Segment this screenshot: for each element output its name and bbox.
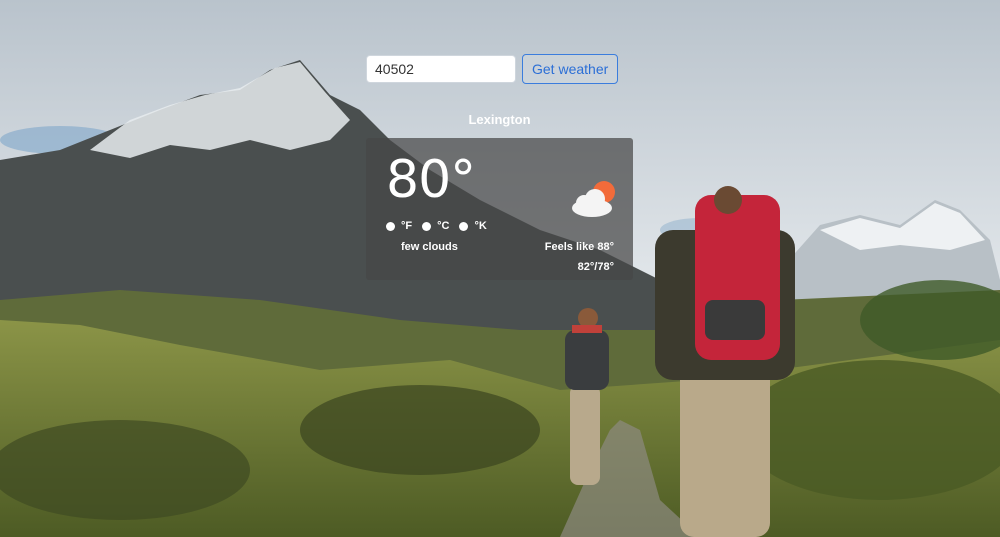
feels-like-temperature: Feels like 88° bbox=[544, 241, 614, 253]
get-weather-button[interactable]: Get weather bbox=[522, 54, 619, 84]
weather-description: few clouds bbox=[401, 241, 458, 253]
zip-code-input[interactable] bbox=[366, 55, 516, 83]
unit-label: °F bbox=[401, 220, 413, 232]
unit-selector: °F °C °K bbox=[386, 220, 487, 232]
weather-card: 80° °F °C °K few clouds Feels like 88° 8… bbox=[366, 138, 633, 280]
unit-celsius-option[interactable]: °C bbox=[422, 220, 449, 232]
high-low-temperature: 82°/78° bbox=[577, 261, 614, 273]
weather-app-page: Get weather Lexington 80° °F °C °K few bbox=[0, 0, 1000, 537]
unit-label: °K bbox=[474, 220, 487, 232]
search-form: Get weather bbox=[366, 54, 619, 84]
few-clouds-icon bbox=[572, 181, 615, 217]
celsius-radio[interactable] bbox=[422, 221, 432, 231]
unit-label: °C bbox=[437, 220, 450, 232]
unit-kelvin-option[interactable]: °K bbox=[459, 220, 487, 232]
fahrenheit-radio[interactable] bbox=[386, 221, 395, 231]
unit-fahrenheit-option[interactable]: °F bbox=[386, 220, 412, 232]
city-name: Lexington bbox=[468, 112, 531, 127]
current-temperature: 80° bbox=[386, 150, 476, 210]
kelvin-radio[interactable] bbox=[459, 221, 469, 231]
